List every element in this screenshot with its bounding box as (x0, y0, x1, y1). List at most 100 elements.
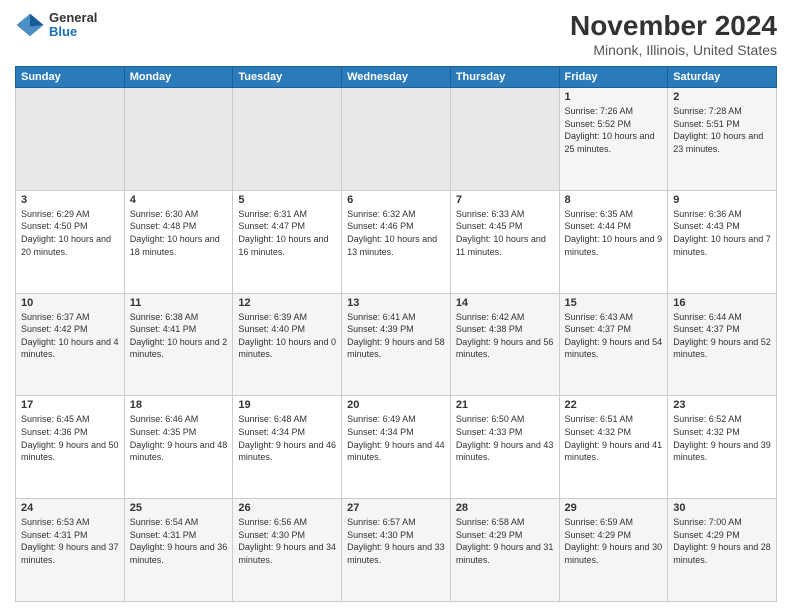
weekday-header: Saturday (668, 67, 777, 88)
day-number: 3 (21, 194, 119, 206)
sunrise-text: Sunrise: 6:30 AM (130, 209, 199, 219)
sunset-text: Sunset: 4:42 PM (21, 324, 88, 334)
sunrise-text: Sunrise: 6:33 AM (456, 209, 525, 219)
sunset-text: Sunset: 4:41 PM (130, 324, 197, 334)
day-number: 16 (673, 297, 771, 309)
daylight-text: Daylight: 9 hours and 30 minutes. (565, 542, 663, 565)
sunset-text: Sunset: 4:39 PM (347, 324, 414, 334)
daylight-text: Daylight: 10 hours and 23 minutes. (673, 131, 763, 154)
day-number: 10 (21, 297, 119, 309)
sunset-text: Sunset: 4:32 PM (565, 427, 632, 437)
daylight-text: Daylight: 9 hours and 46 minutes. (238, 440, 336, 463)
sunrise-text: Sunrise: 6:57 AM (347, 517, 416, 527)
day-number: 22 (565, 399, 663, 411)
day-number: 23 (673, 399, 771, 411)
calendar-cell: 7Sunrise: 6:33 AMSunset: 4:45 PMDaylight… (450, 190, 559, 293)
sunset-text: Sunset: 4:29 PM (565, 530, 632, 540)
sunrise-text: Sunrise: 6:52 AM (673, 414, 742, 424)
daylight-text: Daylight: 9 hours and 36 minutes. (130, 542, 228, 565)
day-number: 7 (456, 194, 554, 206)
cell-content: Sunrise: 7:26 AMSunset: 5:52 PMDaylight:… (565, 105, 663, 155)
day-number: 4 (130, 194, 228, 206)
day-number: 5 (238, 194, 336, 206)
calendar-cell: 16Sunrise: 6:44 AMSunset: 4:37 PMDayligh… (668, 293, 777, 396)
sunset-text: Sunset: 4:37 PM (673, 324, 740, 334)
calendar-cell (342, 88, 451, 191)
sunrise-text: Sunrise: 7:26 AM (565, 106, 634, 116)
cell-content: Sunrise: 6:59 AM Sunset: 4:29 PM Daylight:… (565, 516, 663, 566)
daylight-text: Daylight: 9 hours and 34 minutes. (238, 542, 336, 565)
day-number: 1 (565, 91, 663, 103)
calendar-cell (124, 88, 233, 191)
day-number: 25 (130, 502, 228, 514)
sunrise-text: Sunrise: 6:59 AM (565, 517, 634, 527)
sunset-text: Sunset: 4:29 PM (456, 530, 523, 540)
sunrise-text: Sunrise: 6:37 AM (21, 312, 90, 322)
cell-content: Sunrise: 6:48 AMSunset: 4:34 PMDaylight:… (238, 413, 336, 463)
calendar-cell: 22 Sunrise: 6:51 AMSunset: 4:32 PMDayligh… (559, 396, 668, 499)
day-number: 17 (21, 399, 119, 411)
sunset-text: Sunset: 4:46 PM (347, 221, 414, 231)
daylight-text: Daylight: 9 hours and 37 minutes. (21, 542, 119, 565)
logo-blue: Blue (49, 25, 97, 39)
daylight-text: Daylight: 9 hours and 56 minutes. (456, 337, 554, 360)
day-number: 18 (130, 399, 228, 411)
cell-content: Sunrise: 7:28 AMSunset: 5:51 PMDaylight:… (673, 105, 771, 155)
day-number: 26 (238, 502, 336, 514)
sunrise-text: Sunrise: 6:35 AM (565, 209, 634, 219)
sunrise-text: Sunrise: 6:48 AM (238, 414, 307, 424)
sunrise-text: Sunrise: 6:36 AM (673, 209, 742, 219)
cell-content: Sunrise: 6:36 AMSunset: 4:43 PMDaylight:… (673, 208, 771, 258)
daylight-text: Daylight: 10 hours and 16 minutes. (238, 234, 328, 257)
cell-content: Sunrise: 6:51 AMSunset: 4:32 PMDaylight:… (565, 413, 663, 463)
weekday-header: Thursday (450, 67, 559, 88)
sunset-text: Sunset: 4:31 PM (21, 530, 88, 540)
calendar-cell: 18Sunrise: 6:46 AMSunset: 4:35 PMDayligh… (124, 396, 233, 499)
sunrise-text: Sunrise: 6:50 AM (456, 414, 525, 424)
calendar-cell: 11Sunrise: 6:38 AMSunset: 4:41 PMDayligh… (124, 293, 233, 396)
day-number: 11 (130, 297, 228, 309)
calendar-cell: 15Sunrise: 6:43 AMSunset: 4:37 PMDayligh… (559, 293, 668, 396)
day-number: 28 (456, 502, 554, 514)
calendar-week-row: 3Sunrise: 6:29 AMSunset: 4:50 PMDaylight… (16, 190, 777, 293)
cell-content: Sunrise: 6:35 AMSunset: 4:44 PMDaylight:… (565, 208, 663, 258)
title-block: November 2024 Minonk, Illinois, United S… (570, 10, 777, 58)
sunset-text: Sunset: 4:44 PM (565, 221, 632, 231)
sunset-text: Sunset: 4:45 PM (456, 221, 523, 231)
sunset-text: Sunset: 4:35 PM (130, 427, 197, 437)
cell-content: Sunrise: 6:44 AMSunset: 4:37 PMDaylight:… (673, 311, 771, 361)
sunset-text: Sunset: 5:52 PM (565, 119, 632, 129)
page: General Blue November 2024 Minonk, Illin… (0, 0, 792, 612)
sunset-text: Sunset: 4:37 PM (565, 324, 632, 334)
daylight-text: Daylight: 10 hours and 7 minutes. (673, 234, 771, 257)
sunrise-text: Sunrise: 6:53 AM (21, 517, 90, 527)
header: General Blue November 2024 Minonk, Illin… (15, 10, 777, 58)
calendar-cell: 19Sunrise: 6:48 AMSunset: 4:34 PMDayligh… (233, 396, 342, 499)
cell-content: Sunrise: 6:50 AMSunset: 4:33 PMDaylight:… (456, 413, 554, 463)
calendar-cell (450, 88, 559, 191)
calendar-cell: 10Sunrise: 6:37 AMSunset: 4:42 PMDayligh… (16, 293, 125, 396)
cell-content: Sunrise: 6:32 AMSunset: 4:46 PMDaylight:… (347, 208, 445, 258)
daylight-text: Daylight: 9 hours and 41 minutes. (565, 440, 663, 463)
calendar-cell: 17Sunrise: 6:45 AMSunset: 4:36 PMDayligh… (16, 396, 125, 499)
calendar-cell: 20Sunrise: 6:49 AMSunset: 4:34 PMDayligh… (342, 396, 451, 499)
page-subtitle: Minonk, Illinois, United States (570, 42, 777, 58)
sunrise-text: Sunrise: 6:31 AM (238, 209, 307, 219)
daylight-text: Daylight: 10 hours and 0 minutes. (238, 337, 336, 360)
daylight-text: Daylight: 10 hours and 18 minutes. (130, 234, 220, 257)
sunrise-text: Sunrise: 6:32 AM (347, 209, 416, 219)
calendar-week-row: 17Sunrise: 6:45 AMSunset: 4:36 PMDayligh… (16, 396, 777, 499)
sunset-text: Sunset: 4:47 PM (238, 221, 305, 231)
sunrise-text: Sunrise: 6:44 AM (673, 312, 742, 322)
sunrise-text: Sunrise: 6:39 AM (238, 312, 307, 322)
cell-content: Sunrise: 6:41 AMSunset: 4:39 PMDaylight:… (347, 311, 445, 361)
sunrise-text: Sunrise: 6:58 AM (456, 517, 525, 527)
calendar-cell: 21 Sunrise: 6:50 AMSunset: 4:33 PMDayligh… (450, 396, 559, 499)
weekday-header: Tuesday (233, 67, 342, 88)
cell-content: Sunrise: 6:49 AMSunset: 4:34 PMDaylight:… (347, 413, 445, 463)
day-number: 21 (456, 399, 554, 411)
daylight-text: Daylight: 9 hours and 50 minutes. (21, 440, 119, 463)
day-number: 30 (673, 502, 771, 514)
daylight-text: Daylight: 9 hours and 31 minutes. (456, 542, 554, 565)
calendar-cell: 23Sunrise: 6:52 AMSunset: 4:32 PMDayligh… (668, 396, 777, 499)
